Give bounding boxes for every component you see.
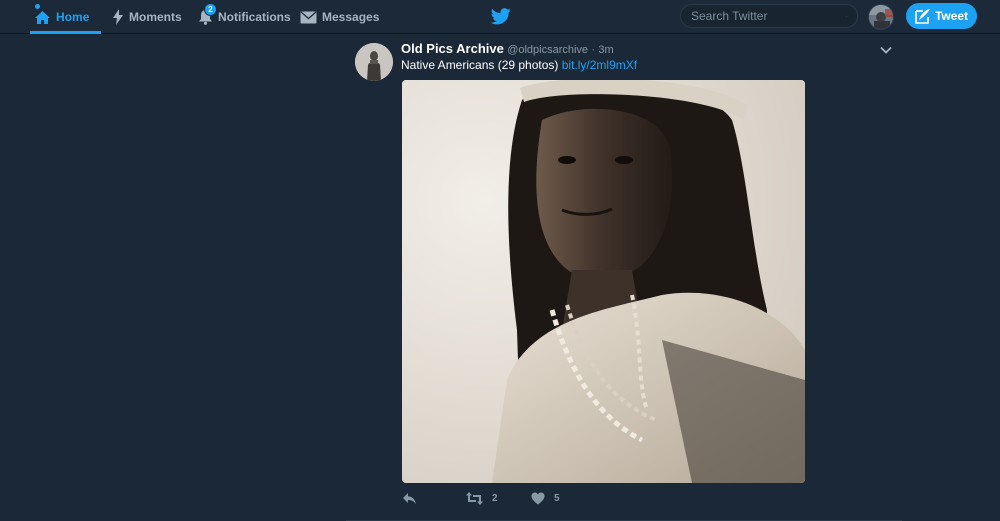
like-count: 5 xyxy=(554,493,560,504)
compose-tweet-label: Tweet xyxy=(934,9,969,23)
portrait-photo xyxy=(402,80,805,483)
author-avatar[interactable] xyxy=(355,43,393,81)
tweet-text: Native Americans (29 photos) bit.ly/2ml9… xyxy=(401,58,637,72)
author-name[interactable]: Old Pics Archive xyxy=(401,41,504,56)
retweet-button[interactable]: 2 xyxy=(466,492,498,505)
tweet-link[interactable]: bit.ly/2ml9mXf xyxy=(562,58,637,72)
retweet-count: 2 xyxy=(492,493,498,504)
home-icon xyxy=(35,10,50,24)
nav-home[interactable]: Home xyxy=(34,0,89,34)
top-navigation-bar: Home Moments Notifications 2 Messages Se… xyxy=(0,0,1000,34)
author-handle[interactable]: @oldpicsarchive xyxy=(507,44,588,56)
profile-avatar[interactable] xyxy=(868,4,894,30)
search-box[interactable] xyxy=(680,4,858,28)
profile-photo xyxy=(869,5,893,29)
reply-icon xyxy=(403,493,416,504)
chevron-down-icon[interactable] xyxy=(878,42,894,58)
nav-home-label: Home xyxy=(56,10,90,24)
nav-notifications-label: Notifications xyxy=(218,10,291,24)
twitter-bird-icon[interactable] xyxy=(491,8,511,25)
nav-messages-label: Messages xyxy=(322,10,380,24)
search-input[interactable] xyxy=(691,9,846,23)
nav-messages[interactable]: Messages xyxy=(300,0,379,34)
tweet-card[interactable]: Old Pics Archive @oldpicsarchive · 3m Na… xyxy=(346,34,902,521)
search-icon[interactable] xyxy=(846,11,847,22)
nav-moments[interactable]: Moments xyxy=(112,0,182,34)
notifications-badge: 2 xyxy=(204,3,217,16)
compose-tweet-button[interactable]: Tweet xyxy=(906,3,977,29)
author-avatar-photo xyxy=(355,43,393,81)
envelope-icon xyxy=(300,11,317,23)
quill-icon xyxy=(915,9,930,24)
tweet-actions: 2 5 xyxy=(402,492,702,508)
active-tab-indicator xyxy=(30,31,101,34)
lightning-icon xyxy=(113,9,123,25)
header-separator: · xyxy=(591,44,596,56)
tweet-timestamp[interactable]: 3m xyxy=(598,44,613,56)
tweet-body: Native Americans (29 photos) xyxy=(401,58,559,72)
retweet-icon xyxy=(466,492,483,505)
like-button[interactable]: 5 xyxy=(531,492,560,505)
reply-button[interactable] xyxy=(402,492,426,505)
nav-moments-label: Moments xyxy=(129,10,182,24)
tweet-photo[interactable] xyxy=(402,80,805,483)
tweet-header: Old Pics Archive @oldpicsarchive · 3m xyxy=(401,41,614,56)
heart-icon xyxy=(531,492,545,505)
